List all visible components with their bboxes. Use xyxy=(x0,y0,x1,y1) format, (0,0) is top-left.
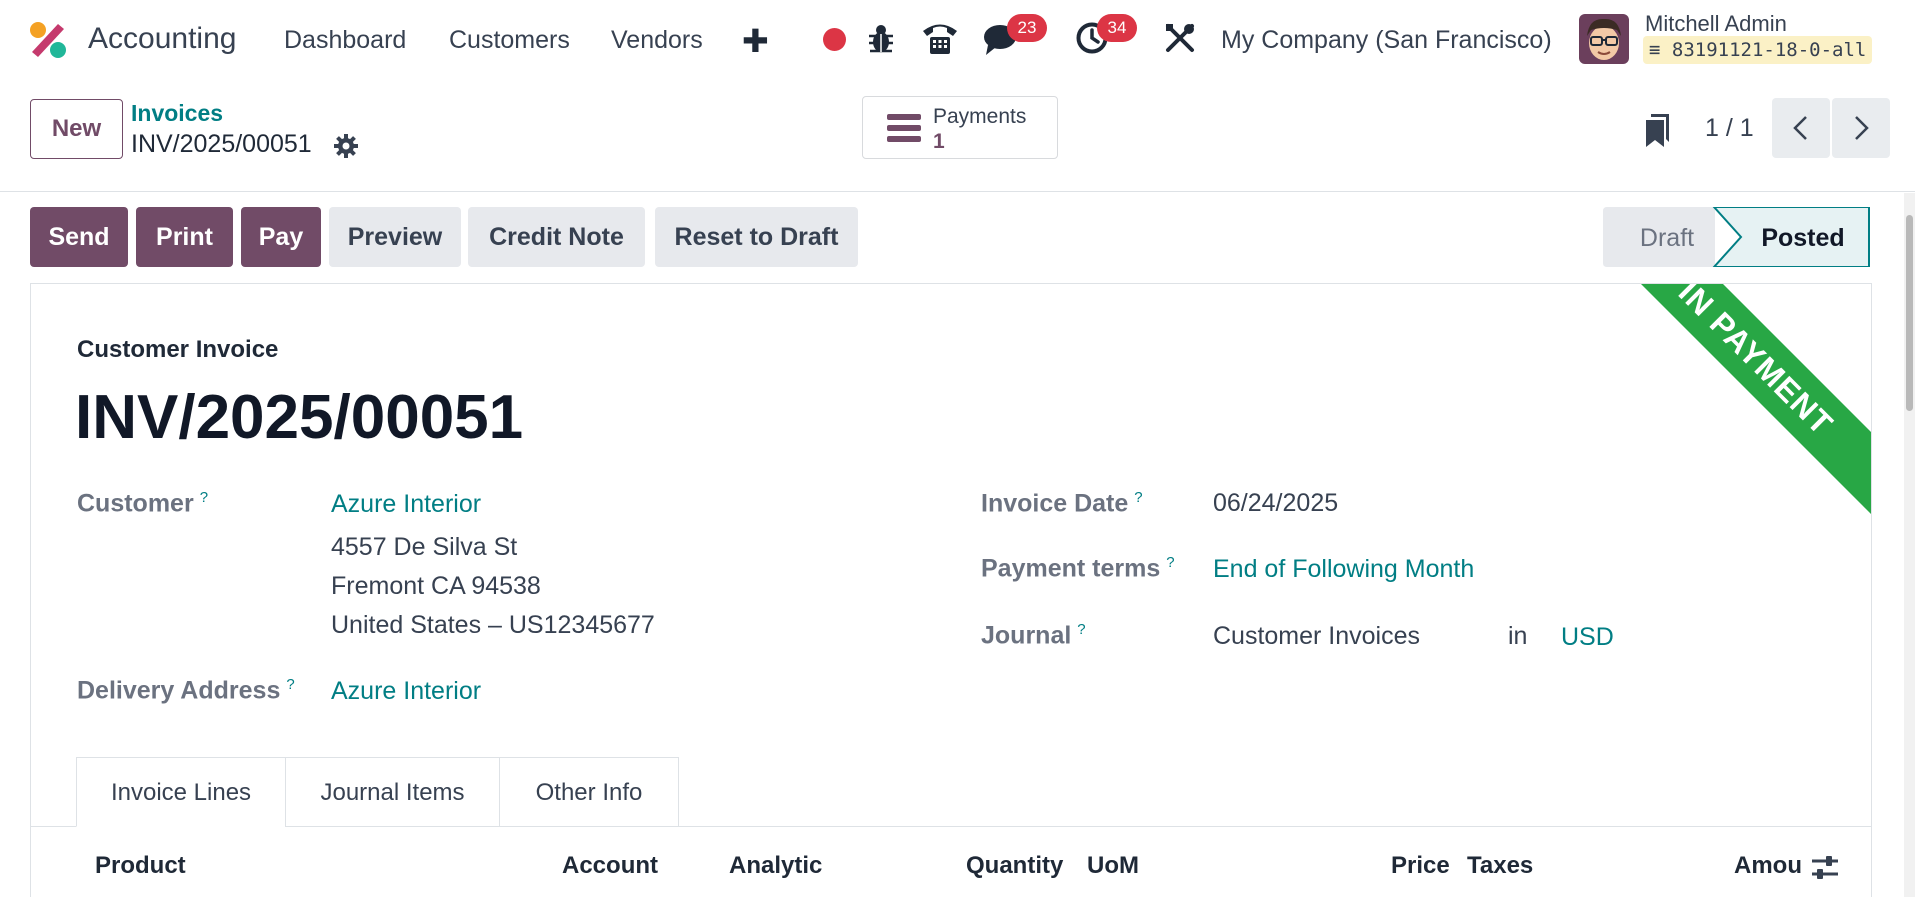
pager-previous-button[interactable] xyxy=(1772,98,1830,158)
status-posted[interactable]: Posted xyxy=(1761,224,1844,252)
journal-label: Journal? xyxy=(981,621,1086,650)
bookmark-icon[interactable] xyxy=(1643,112,1673,148)
messages-badge: 23 xyxy=(1007,14,1047,42)
column-uom[interactable]: UoM xyxy=(1087,852,1139,880)
customer-field[interactable]: Azure Interior xyxy=(331,490,481,519)
payment-terms-label: Payment terms? xyxy=(981,554,1175,583)
phone-icon[interactable] xyxy=(920,20,960,56)
journal-in-text: in xyxy=(1508,622,1528,650)
customer-address-line-1: 4557 De Silva St xyxy=(331,533,518,561)
column-amount[interactable]: Amou xyxy=(1734,852,1804,880)
breadcrumb-invoices[interactable]: Invoices xyxy=(131,100,223,127)
menu-dashboard[interactable]: Dashboard xyxy=(284,26,406,55)
document-type: Customer Invoice xyxy=(77,336,279,363)
breadcrumb-current-record: INV/2025/00051 xyxy=(131,130,312,158)
currency-field[interactable]: USD xyxy=(1561,623,1614,652)
customer-help-icon[interactable]: ? xyxy=(200,489,208,506)
invoice-date-label: Invoice Date? xyxy=(981,489,1143,518)
app-name[interactable]: Accounting xyxy=(88,22,236,56)
customer-address-line-3: United States – US12345677 xyxy=(331,611,655,639)
column-price[interactable]: Price xyxy=(1391,852,1450,880)
new-button[interactable]: New xyxy=(30,99,123,159)
chevron-left-icon xyxy=(1793,116,1807,140)
database-tag: ≡ 83191121-18-0-all xyxy=(1643,36,1873,64)
status-draft[interactable]: Draft xyxy=(1640,224,1694,252)
bug-icon[interactable] xyxy=(866,22,896,56)
journal-help-icon[interactable]: ? xyxy=(1077,621,1085,638)
plus-icon[interactable]: ✚ xyxy=(742,22,769,60)
database-name: 83191121-18-0-all xyxy=(1671,39,1867,61)
top-navbar: Accounting Dashboard Customers Vendors ✚… xyxy=(0,0,1915,80)
customer-address-line-2: Fremont CA 94538 xyxy=(331,572,541,600)
page-scrollbar[interactable] xyxy=(1904,193,1915,897)
pay-button[interactable]: Pay xyxy=(241,207,321,267)
column-product[interactable]: Product xyxy=(95,852,186,880)
control-panel: New Invoices INV/2025/00051 Payments 1 1… xyxy=(0,80,1915,192)
activities-badge: 34 xyxy=(1097,14,1137,42)
invoice-number-title: INV/2025/00051 xyxy=(75,383,524,452)
payment-terms-field[interactable]: End of Following Month xyxy=(1213,555,1474,584)
column-account[interactable]: Account xyxy=(562,852,658,880)
list-icon xyxy=(887,114,921,142)
gear-icon[interactable] xyxy=(333,133,359,159)
delivery-help-icon[interactable]: ? xyxy=(286,676,294,693)
column-analytic[interactable]: Analytic xyxy=(729,852,822,880)
invoice-date-field[interactable]: 06/24/2025 xyxy=(1213,489,1338,518)
status-bar: Draft Posted xyxy=(1603,207,1870,267)
column-quantity[interactable]: Quantity xyxy=(966,852,1063,880)
scrollbar-thumb[interactable] xyxy=(1906,215,1913,411)
pager-next-button[interactable] xyxy=(1832,98,1890,158)
preview-button[interactable]: Preview xyxy=(329,207,461,267)
reset-to-draft-button[interactable]: Reset to Draft xyxy=(655,207,858,267)
tab-other-info[interactable]: Other Info xyxy=(499,757,679,827)
menu-customers[interactable]: Customers xyxy=(449,26,570,55)
user-name[interactable]: Mitchell Admin xyxy=(1645,11,1787,37)
app-logo-icon[interactable] xyxy=(28,20,68,60)
tab-invoice-lines[interactable]: Invoice Lines xyxy=(76,757,286,827)
column-taxes[interactable]: Taxes xyxy=(1467,852,1533,880)
delivery-address-label: Delivery Address? xyxy=(77,676,295,705)
tab-journal-items[interactable]: Journal Items xyxy=(285,757,500,827)
print-button[interactable]: Print xyxy=(136,207,233,267)
form-sheet: IN PAYMENT Customer Invoice INV/2025/000… xyxy=(30,283,1872,897)
in-payment-ribbon: IN PAYMENT xyxy=(1587,284,1871,527)
user-avatar[interactable] xyxy=(1579,14,1629,64)
tools-icon[interactable] xyxy=(1164,22,1196,54)
database-icon: ≡ xyxy=(1649,39,1661,61)
invoice-date-help-icon[interactable]: ? xyxy=(1134,489,1142,506)
journal-field[interactable]: Customer Invoices xyxy=(1213,622,1420,651)
credit-note-button[interactable]: Credit Note xyxy=(468,207,645,267)
payments-count: 1 xyxy=(933,130,945,153)
column-settings-icon[interactable] xyxy=(1810,854,1840,882)
payments-smart-button[interactable]: Payments 1 xyxy=(862,96,1058,159)
company-switcher[interactable]: My Company (San Francisco) xyxy=(1221,26,1552,55)
payments-label: Payments xyxy=(933,105,1027,128)
send-button[interactable]: Send xyxy=(30,207,128,267)
customer-label: Customer? xyxy=(77,489,209,518)
pager-value[interactable]: 1 / 1 xyxy=(1705,114,1754,143)
delivery-address-field[interactable]: Azure Interior xyxy=(331,677,481,706)
record-icon[interactable] xyxy=(823,28,846,51)
payment-terms-help-icon[interactable]: ? xyxy=(1166,554,1174,571)
chevron-right-icon xyxy=(1855,116,1869,140)
menu-vendors[interactable]: Vendors xyxy=(611,26,703,55)
